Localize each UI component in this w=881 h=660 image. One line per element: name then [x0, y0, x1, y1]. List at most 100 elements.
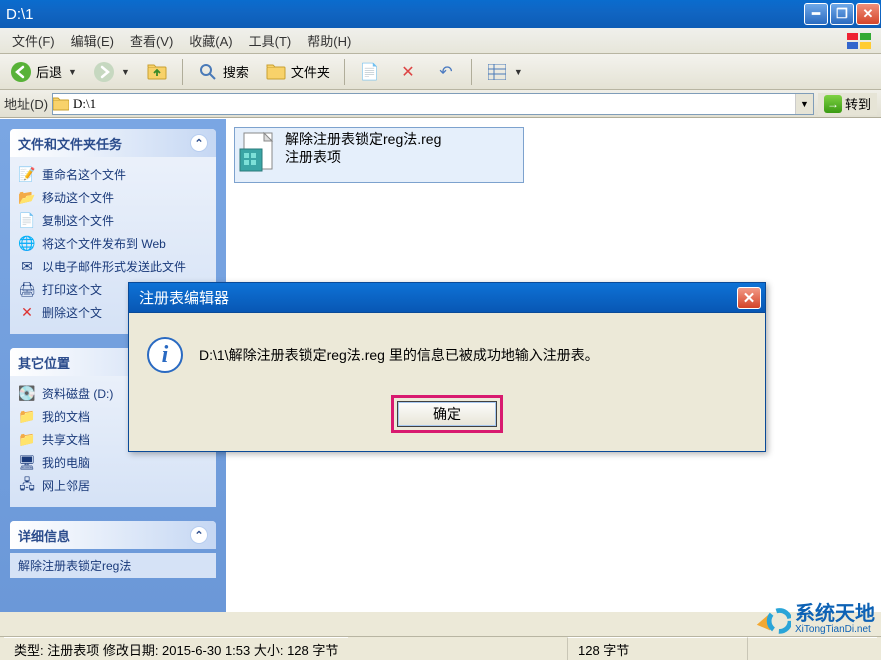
- task-publish[interactable]: 🌐将这个文件发布到 Web: [18, 232, 208, 255]
- reg-file-icon: [237, 130, 279, 176]
- chevron-down-icon: ▼: [514, 67, 523, 77]
- menu-bar: 文件(F) 编辑(E) 查看(V) 收藏(A) 工具(T) 帮助(H): [0, 28, 881, 54]
- details-filename: 解除注册表锁定reg法: [10, 553, 216, 578]
- details-panel: 详细信息 ⌃: [10, 521, 216, 549]
- computer-icon: 🖥: [18, 455, 36, 471]
- info-icon: i: [147, 337, 183, 373]
- task-copy[interactable]: 📄复制这个文件: [18, 209, 208, 232]
- disk-icon: 💽: [18, 386, 36, 402]
- address-bar: 地址(D) D:\1 ▼ → 转到: [0, 90, 881, 118]
- views-button[interactable]: ▼: [480, 58, 529, 86]
- separator: [344, 59, 345, 85]
- go-button[interactable]: → 转到: [818, 93, 877, 115]
- place-network[interactable]: 🖧网上邻居: [18, 474, 208, 497]
- folder-icon: 📁: [18, 409, 36, 425]
- back-button[interactable]: 后退 ▼: [4, 58, 83, 86]
- folders-icon: [265, 61, 287, 83]
- email-icon: ✉: [18, 259, 36, 275]
- menu-view[interactable]: 查看(V): [122, 28, 181, 53]
- dialog-body: i D:\1\解除注册表锁定reg法.reg 里的信息已被成功地输入注册表。 确…: [128, 312, 766, 452]
- undo-button[interactable]: ↶: [429, 58, 463, 86]
- menu-tools[interactable]: 工具(T): [241, 28, 300, 53]
- file-item-selected[interactable]: 解除注册表锁定reg法.reg 注册表项: [234, 127, 524, 183]
- move-icon: 📂: [18, 190, 36, 206]
- menu-edit[interactable]: 编辑(E): [63, 28, 122, 53]
- other-places-title: 其它位置: [18, 353, 70, 372]
- address-dropdown[interactable]: ▼: [795, 94, 813, 114]
- toolbar: 后退 ▼ ▼ 搜索 文件夹 📄 ✕ ↶ ▼: [0, 54, 881, 90]
- registry-editor-dialog: 注册表编辑器 ✕ i D:\1\解除注册表锁定reg法.reg 里的信息已被成功…: [128, 282, 766, 452]
- tasks-title: 文件和文件夹任务: [18, 134, 122, 153]
- rename-icon: 📝: [18, 167, 36, 183]
- search-label: 搜索: [223, 62, 249, 81]
- tasks-header[interactable]: 文件和文件夹任务 ⌃: [10, 129, 216, 157]
- forward-icon: [93, 61, 115, 83]
- place-mycomputer[interactable]: 🖥我的电脑: [18, 451, 208, 474]
- details-header[interactable]: 详细信息 ⌃: [10, 521, 216, 549]
- folder-up-icon: [146, 61, 168, 83]
- folder-icon: [53, 97, 73, 111]
- task-rename[interactable]: 📝重命名这个文件: [18, 163, 208, 186]
- watermark-logo-icon: [753, 600, 791, 638]
- status-size: 128 字节: [567, 637, 747, 660]
- file-text: 解除注册表锁定reg法.reg 注册表项: [285, 130, 441, 166]
- search-button[interactable]: 搜索: [191, 58, 255, 86]
- dialog-titlebar[interactable]: 注册表编辑器 ✕: [128, 282, 766, 312]
- collapse-icon: ⌃: [190, 526, 208, 544]
- maximize-button[interactable]: ❐: [830, 3, 854, 25]
- separator: [182, 59, 183, 85]
- chevron-down-icon: ▼: [121, 67, 130, 77]
- menu-help[interactable]: 帮助(H): [299, 28, 359, 53]
- close-button[interactable]: ✕: [856, 3, 880, 25]
- chevron-down-icon: ▼: [68, 67, 77, 77]
- dialog-close-button[interactable]: ✕: [737, 287, 761, 309]
- up-button[interactable]: [140, 58, 174, 86]
- delete-icon: ✕: [18, 305, 36, 321]
- address-label: 地址(D): [4, 94, 48, 113]
- window-titlebar: D:\1 ━ ❐ ✕: [0, 0, 881, 28]
- task-email[interactable]: ✉以电子邮件形式发送此文件: [18, 255, 208, 278]
- status-info: 类型: 注册表项 修改日期: 2015-6-30 1:53 大小: 128 字节: [4, 637, 348, 660]
- watermark: 系统天地 XiTongTianDi.net: [753, 600, 875, 638]
- folders-button[interactable]: 文件夹: [259, 58, 336, 86]
- search-icon: [197, 61, 219, 83]
- ok-button[interactable]: 确定: [397, 401, 497, 427]
- back-icon: [10, 61, 32, 83]
- file-name: 解除注册表锁定reg法.reg: [285, 130, 441, 148]
- collapse-icon: ⌃: [190, 134, 208, 152]
- address-input[interactable]: D:\1 ▼: [52, 93, 814, 115]
- menu-favorites[interactable]: 收藏(A): [181, 28, 240, 53]
- status-zone: [747, 637, 877, 660]
- separator: [471, 59, 472, 85]
- dialog-message: D:\1\解除注册表锁定reg法.reg 里的信息已被成功地输入注册表。: [199, 345, 599, 365]
- print-icon: 🖨: [18, 282, 36, 298]
- folders-label: 文件夹: [291, 62, 330, 81]
- status-bar: 类型: 注册表项 修改日期: 2015-6-30 1:53 大小: 128 字节…: [0, 636, 881, 660]
- task-move[interactable]: 📂移动这个文件: [18, 186, 208, 209]
- network-icon: 🖧: [18, 478, 36, 494]
- menu-file[interactable]: 文件(F): [4, 28, 63, 53]
- go-icon: →: [824, 95, 842, 113]
- moveto-button[interactable]: 📄: [353, 58, 387, 86]
- views-icon: [486, 61, 508, 83]
- watermark-brand: 系统天地: [795, 604, 875, 624]
- dialog-title: 注册表编辑器: [139, 287, 229, 308]
- go-label: 转到: [845, 94, 871, 113]
- delete-icon: ✕: [397, 61, 419, 83]
- watermark-url: XiTongTianDi.net: [795, 624, 875, 635]
- windows-flag-icon: [841, 31, 877, 51]
- address-path: D:\1: [73, 96, 795, 112]
- copy-icon: 📄: [18, 213, 36, 229]
- back-label: 后退: [36, 62, 62, 81]
- details-title: 详细信息: [18, 526, 70, 545]
- minimize-button[interactable]: ━: [804, 3, 828, 25]
- delete-button[interactable]: ✕: [391, 58, 425, 86]
- folder-icon: 📁: [18, 432, 36, 448]
- forward-button[interactable]: ▼: [87, 58, 136, 86]
- ok-highlight: 确定: [391, 395, 503, 433]
- window-title: D:\1: [6, 6, 803, 23]
- undo-icon: ↶: [435, 61, 457, 83]
- file-type: 注册表项: [285, 148, 441, 166]
- web-icon: 🌐: [18, 236, 36, 252]
- moveto-icon: 📄: [359, 61, 381, 83]
